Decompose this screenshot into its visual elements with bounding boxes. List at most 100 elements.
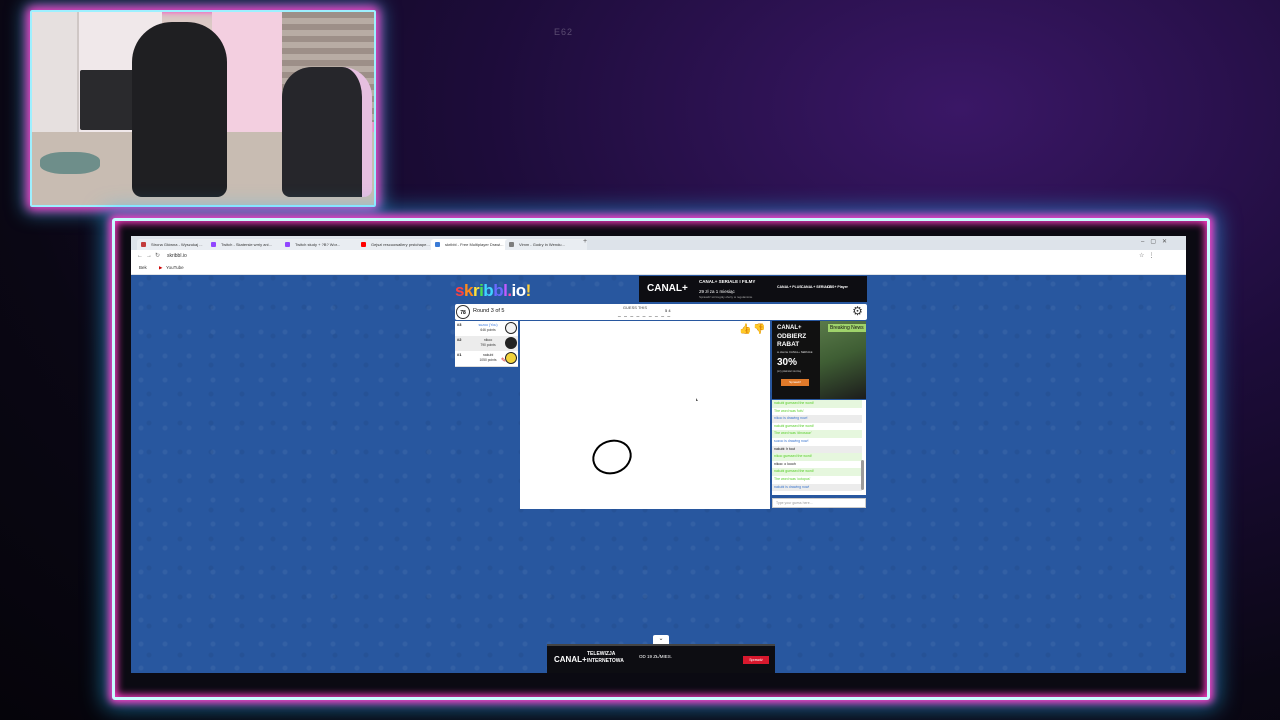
tab-label: Gejszi rescuowallery prstchape... xyxy=(371,242,430,247)
ad-cta-button[interactable]: Sprawdź xyxy=(743,656,769,664)
chat-message: nakubi guessed the word! xyxy=(772,400,862,408)
webcam-overlay xyxy=(30,10,376,207)
ad-price: OD 19 ZŁ/MIES. xyxy=(639,654,673,659)
browser-tab[interactable]: Vimm - Godry in Wendu... xyxy=(505,239,587,250)
ad-headline: CANAL+ SERIALE I FILMY xyxy=(699,279,756,284)
tab-favicon xyxy=(141,242,146,247)
guess-label: GUESS THIS xyxy=(622,305,648,310)
gear-icon[interactable]: ⚙ xyxy=(851,305,864,318)
cam-rug xyxy=(40,152,100,174)
cam-gaming-chair xyxy=(132,22,227,197)
ad-brand: CANAL+ xyxy=(777,325,802,331)
round-indicator: Round 3 of 5 xyxy=(473,308,505,314)
chat-message: The word was 'dinosaur' xyxy=(772,430,862,438)
player-points: 790 points xyxy=(480,343,496,347)
player-points: 1050 points xyxy=(479,358,497,362)
drawing-canvas[interactable]: 👍 👎 xyxy=(520,321,770,509)
chat-message: The word was 'octopus' xyxy=(774,477,811,481)
tab-label: Strona Główna - Wyszukaj ... xyxy=(151,242,203,247)
avatar xyxy=(505,322,517,334)
youtube-icon: ▶ xyxy=(159,265,163,270)
tab-favicon xyxy=(509,242,514,247)
chat-input[interactable]: Type your guess here... xyxy=(772,498,866,508)
word-hint: _ _ _ _ _ _ _ _ _ xyxy=(618,312,672,318)
browser-tab-strip: Strona Główna - Wyszukaj ... Twitch - Sk… xyxy=(131,236,1186,250)
bottom-banner-ad[interactable]: CANAL+ TELEWIZJA INTERNETOWA OD 19 ZŁ/MI… xyxy=(547,644,775,673)
browser-tab[interactable]: Twitch - Skatersie wrriy ani... xyxy=(207,239,289,250)
logo-letter: k xyxy=(463,281,473,300)
browser-tab-active[interactable]: skribbl - Free Multiplayer Drawi... xyxy=(431,239,513,250)
cam-door xyxy=(32,12,79,152)
ad-headline-2: RABAT xyxy=(777,341,800,348)
window-controls[interactable]: –▢✕ xyxy=(1141,238,1173,245)
ad-show-title: Breaking News xyxy=(828,324,866,332)
chat-message: nakubi is drawing now! xyxy=(772,483,862,492)
player-name: nakubi xyxy=(482,353,494,357)
chat-message: nakubi: h tout xyxy=(772,445,862,454)
word-length: 5 4 xyxy=(665,308,671,313)
chevron-down-icon[interactable]: ⌄ xyxy=(653,635,669,644)
game-header: 78 Round 3 of 5 GUESS THIS _ _ _ _ _ _ _… xyxy=(455,304,867,320)
chat-message: nakubi guessed the word! xyxy=(772,468,862,476)
ad-photo xyxy=(820,321,866,399)
ad-logo: CANAL+ PLUS xyxy=(777,285,802,289)
ad-headline: ODBIERZ xyxy=(777,333,807,340)
chat-scrollbar[interactable] xyxy=(861,460,864,490)
chat-message: nakubi guessed the word! xyxy=(774,423,814,428)
chat-message: The word was 'tofu' xyxy=(774,408,804,413)
drawing-strokes xyxy=(592,398,698,475)
tab-favicon xyxy=(361,242,366,247)
url-field[interactable]: skribbl.io xyxy=(167,253,187,259)
chat-message: nikoo guessed the word! xyxy=(772,453,862,461)
top-banner-ad[interactable]: CANAL+ CANAL+ SERIALE I FILMY 29 zł za 1… xyxy=(639,276,867,302)
player-row[interactable]: #1 nakubi 1050 points ✎ xyxy=(455,351,518,367)
logo-letter: o xyxy=(515,281,526,300)
player-rank: #1 xyxy=(457,352,462,357)
player-list: #3 suzoo (You) 646 points #2 nikoo 790 p… xyxy=(455,321,518,367)
captured-screen: Strona Główna - Wyszukaj ... Twitch - Sk… xyxy=(131,236,1186,673)
ad-brand: CANAL+ xyxy=(647,283,688,294)
nav-arrows-icon[interactable]: ←→↻ xyxy=(137,252,163,259)
ad-fineprint: Sprawdź szczegóły oferty w regulaminie xyxy=(699,295,753,299)
skribbl-logo: skribbl.io! xyxy=(455,281,531,301)
ad-headline-2: INTERNETOWA xyxy=(587,658,624,664)
tab-label: Vimm - Godry in Wendu... xyxy=(519,242,565,247)
ad-discount: 30% xyxy=(777,357,798,368)
chat-message: nikoo is drawing now! xyxy=(772,415,862,423)
browser-tab[interactable]: Twitch study + ?B? Wor... xyxy=(281,239,363,250)
ad-cta-button[interactable]: Sprawdź xyxy=(781,379,809,386)
cam-gaming-chair-2 xyxy=(282,67,372,197)
logo-letter: s xyxy=(455,281,464,300)
logo-letter: b xyxy=(493,281,504,300)
tab-label: skribbl - Free Multiplayer Drawi... xyxy=(445,242,504,247)
ad-headline: TELEWIZJA xyxy=(587,651,616,657)
tab-favicon xyxy=(435,242,440,247)
logo-letter: ! xyxy=(525,281,532,300)
new-tab-icon[interactable]: + xyxy=(583,238,587,245)
ad-price: 29 zł za 1 miesiąc xyxy=(699,289,735,294)
ad-logo: CBS+ Player xyxy=(827,285,848,289)
tab-favicon xyxy=(211,242,216,247)
toolbar-icons[interactable]: ☆⋮ xyxy=(1139,252,1158,259)
bookmarks-bar: Bek ▶ YouTube xyxy=(131,262,1186,275)
drawn-circle xyxy=(592,439,632,475)
tab-favicon xyxy=(285,242,290,247)
player-points: 646 points xyxy=(480,328,496,332)
timer-clock: 78 xyxy=(456,305,470,319)
overlay-label: E62 xyxy=(554,27,574,37)
player-row[interactable]: #3 suzoo (You) 646 points xyxy=(455,321,518,337)
tab-label: Twitch study + ?B? Wor... xyxy=(295,242,341,247)
chat-log: nakubi guessed the word! The word was 't… xyxy=(772,400,866,495)
avatar xyxy=(505,337,517,349)
ad-subline: w ofercie CANAL+ SERIALE xyxy=(777,350,813,354)
cursor-icon xyxy=(696,398,698,401)
tab-label: Twitch - Skatersie wrriy ani... xyxy=(221,242,272,247)
ad-brand: CANAL+ xyxy=(554,655,587,664)
player-row[interactable]: #2 nikoo 790 points xyxy=(455,336,518,352)
browser-tab[interactable]: Gejszi rescuowallery prstchape... xyxy=(357,239,439,250)
pencil-icon: ✎ xyxy=(501,358,507,364)
side-banner-ad[interactable]: Breaking News CANAL+ ODBIERZ RABAT w ofe… xyxy=(772,321,866,399)
avatar xyxy=(505,352,517,364)
bookmark-item[interactable]: YouTube xyxy=(166,265,184,270)
bookmark-item[interactable]: Bek xyxy=(139,265,147,270)
